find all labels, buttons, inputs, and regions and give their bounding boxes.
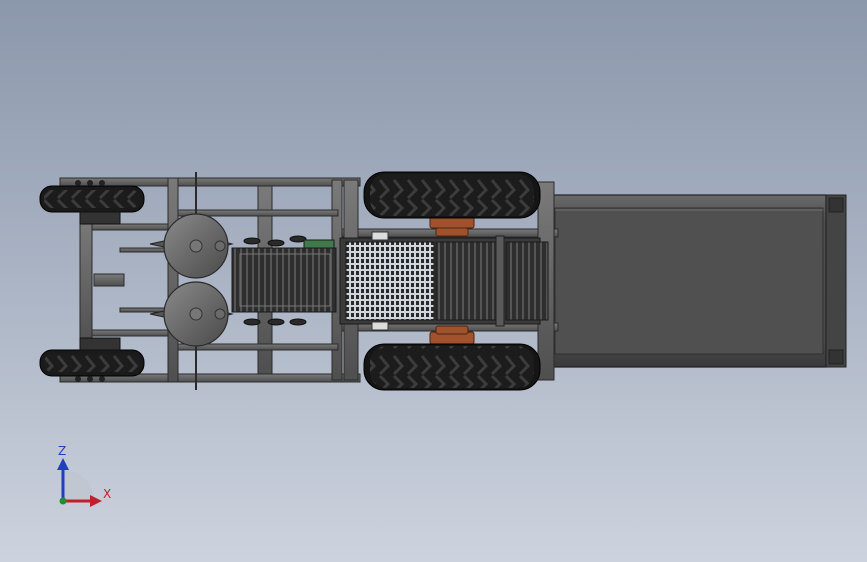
rear-wheel-top — [363, 171, 541, 219]
conveyor-section — [339, 231, 549, 331]
discharge-hopper — [549, 194, 847, 368]
x-axis-arrow-icon — [90, 495, 102, 507]
feed-roller-assembly — [231, 235, 337, 326]
front-wheel-bottom — [39, 337, 145, 382]
z-axis-label: Z — [58, 444, 66, 458]
rear-wheel-bottom — [363, 343, 541, 391]
cad-viewport[interactable]: Z X — [0, 0, 867, 562]
front-wheel-top — [39, 180, 145, 225]
x-axis-label: X — [103, 487, 111, 501]
axis-triad: Z X — [57, 444, 111, 507]
y-axis-dot-icon — [59, 497, 67, 505]
triad-plane-quadrant — [63, 470, 94, 501]
z-axis-arrow-icon — [57, 458, 69, 470]
